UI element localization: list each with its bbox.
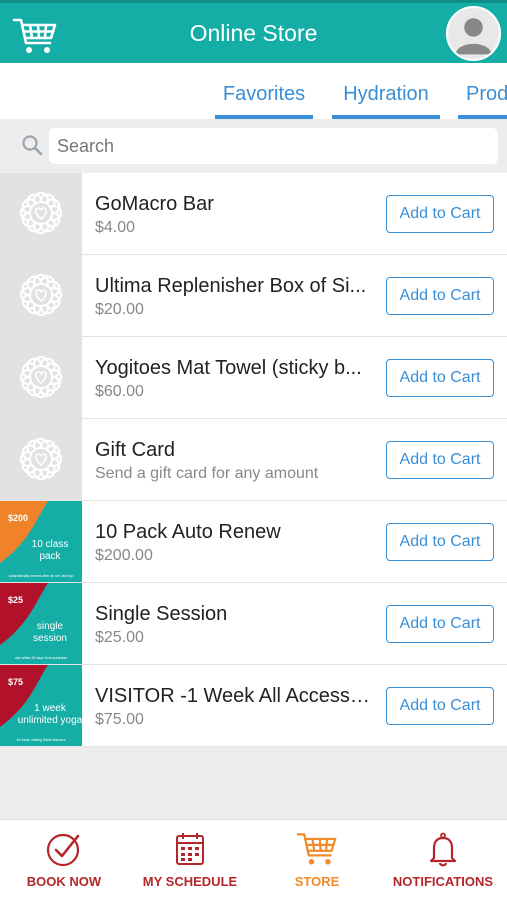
avatar[interactable] (446, 6, 501, 61)
add-to-cart-button[interactable]: Add to Cart (386, 195, 494, 233)
product-name: VISITOR -1 Week All Access P... (95, 685, 375, 707)
product-name: 10 Pack Auto Renew (95, 521, 281, 543)
search-bar (0, 119, 507, 173)
nav-label: MY SCHEDULE (142, 874, 238, 889)
product-price: $60.00 (95, 383, 144, 400)
user-avatar-icon (455, 18, 492, 55)
add-to-cart-button[interactable]: Add to Cart (386, 523, 494, 561)
product-placeholder-image (0, 337, 82, 418)
add-to-cart-button[interactable]: Add to Cart (386, 359, 494, 397)
tab-hydration[interactable]: Hydration (332, 83, 440, 119)
nav-label: STORE (294, 874, 340, 889)
product-row[interactable]: $200 10 class pack automatically renews aft… (0, 501, 507, 583)
promo-price: $200 (8, 513, 28, 523)
product-placeholder-image (0, 419, 82, 500)
product-price: $25.00 (95, 629, 144, 646)
cart-icon (296, 833, 337, 865)
product-row[interactable]: $25 single session use within 30 days from … (0, 583, 507, 665)
flower-logo-icon (19, 355, 63, 399)
tab-label: Hydration (343, 83, 429, 105)
nav-label: NOTIFICATIONS (392, 874, 494, 889)
product-price: $4.00 (95, 219, 136, 236)
promo-fine-print: automatically renews after all are used … (9, 574, 74, 578)
app-header: Online Store (0, 0, 507, 63)
product-promo-image: $25 single session use within 30 days from … (0, 583, 82, 664)
flower-logo-icon (19, 437, 63, 481)
product-price: $75.00 (95, 711, 144, 728)
flower-logo-icon (19, 191, 63, 235)
page-title: Online Store (189, 20, 318, 46)
promo-line2: pack (39, 551, 61, 562)
promo-line1: 1 week (34, 703, 67, 714)
tab-label: Favorites (222, 83, 306, 105)
nav-my-schedule[interactable]: MY SCHEDULE (127, 830, 253, 889)
product-price: $200.00 (95, 547, 153, 564)
search-icon (22, 135, 43, 156)
product-name: GoMacro Bar (95, 193, 214, 215)
product-promo-image: $200 10 class pack automatically renews aft… (0, 501, 82, 582)
product-row[interactable]: Yogitoes Mat Towel (sticky b... $60.00 Add… (0, 337, 507, 419)
check-circle-icon (46, 833, 80, 867)
product-promo-image: $75 1 week unlimited yoga for those visitin… (0, 665, 82, 746)
product-price: Send a gift card for any amount (95, 465, 319, 482)
product-row[interactable]: GoMacro Bar $4.00 Add to Cart (0, 173, 507, 255)
list-footer-space (0, 747, 507, 819)
bottom-nav: BOOK NOW MY SCHEDULE STORE NOTIFICATIONS (0, 819, 507, 900)
product-row[interactable]: Ultima Replenisher Box of Si... $20.00 Add… (0, 255, 507, 337)
nav-book-now[interactable]: BOOK NOW (1, 830, 127, 889)
search-input[interactable] (49, 128, 498, 164)
product-name: Ultima Replenisher Box of Si... (95, 275, 367, 297)
promo-price: $75 (8, 677, 23, 687)
product-row[interactable]: Gift Card Send a gift card for any amount… (0, 419, 507, 501)
promo-line2: unlimited yoga (18, 715, 82, 726)
add-to-cart-button[interactable]: Add to Cart (386, 605, 494, 643)
product-name: Yogitoes Mat Towel (sticky b... (95, 357, 362, 379)
promo-fine-print: use within 30 days from purchase (15, 656, 67, 660)
product-price: $20.00 (95, 301, 144, 318)
nav-store[interactable]: STORE (254, 830, 380, 889)
calendar-icon (176, 833, 204, 865)
promo-line1: single (37, 621, 64, 632)
promo-line1: 10 class (32, 539, 69, 550)
promo-price: $25 (8, 595, 23, 605)
category-tabs: Favorites Hydration Prod (0, 63, 507, 119)
add-to-cart-button[interactable]: Add to Cart (386, 441, 494, 479)
promo-line2: session (33, 633, 67, 644)
tab-favorites[interactable]: Favorites (215, 83, 313, 119)
product-name: Gift Card (95, 439, 176, 461)
product-placeholder-image (0, 173, 82, 254)
product-placeholder-image (0, 255, 82, 336)
nav-label: BOOK NOW (26, 874, 102, 889)
tab-products[interactable]: Prod (458, 83, 507, 119)
product-row[interactable]: $75 1 week unlimited yoga for those visitin… (0, 665, 507, 747)
product-list: GoMacro Bar $4.00 Add to Cart Ultima Replen… (0, 173, 507, 747)
product-name: Single Session (95, 603, 228, 625)
promo-fine-print: for those visiting Santa Barbara (17, 738, 66, 742)
nav-notifications[interactable]: NOTIFICATIONS (380, 830, 506, 889)
add-to-cart-button[interactable]: Add to Cart (386, 687, 494, 725)
flower-logo-icon (19, 273, 63, 317)
add-to-cart-button[interactable]: Add to Cart (386, 277, 494, 315)
tab-label: Prod (466, 83, 507, 105)
bell-icon (429, 832, 457, 867)
